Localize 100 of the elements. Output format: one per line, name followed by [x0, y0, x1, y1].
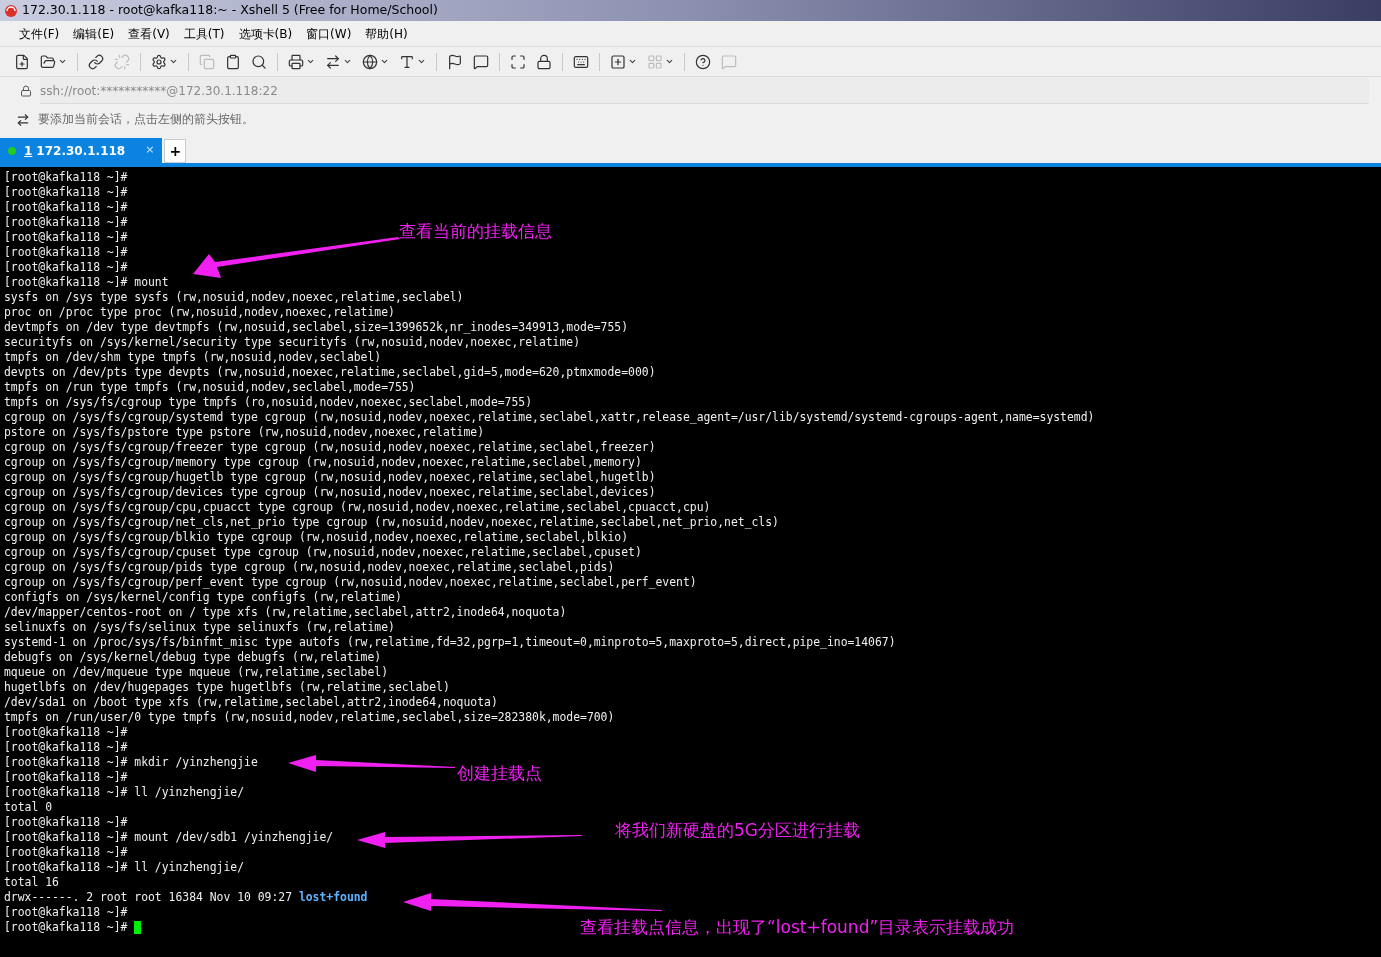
font-icon [399, 53, 415, 70]
terminal-line: [root@kafka118 ~]# [4, 770, 128, 785]
flag-icon [447, 53, 463, 70]
terminal-line: systemd-1 on /proc/sys/fs/binfmt_misc type autofs (rw,relatime,fd=32,pgrp=1,timeout=0,minproto=5,maxproto=5,direct,pipe_ino=14067) [4, 635, 896, 650]
tab-label: 172.30.1.118 [36, 142, 126, 160]
help-icon [695, 53, 711, 70]
toolbar-button[interactable] [86, 53, 106, 70]
arrow-icon[interactable] [16, 113, 30, 127]
terminal-line: drwx------. 2 root root 16384 Nov 10 09:27 [4, 890, 294, 905]
terminal-line: [root@kafka118 ~]# [4, 200, 128, 215]
terminal-line: cgroup on /sys/fs/cgroup/perf_event type cgroup (rw,nosuid,nodev,noexec,relatime,seclabel,perf_event) [4, 575, 697, 590]
session-tab[interactable]: 1 172.30.1.118 × [0, 138, 163, 163]
search-icon [251, 53, 267, 70]
caret-icon [417, 57, 426, 66]
terminal-line: [root@kafka118 ~]# [4, 905, 128, 920]
arrow-icon [288, 755, 456, 773]
menu-item[interactable]: 选项卡(B) [231, 24, 300, 43]
printer-icon [288, 53, 304, 70]
terminal-line: tmpfs on /run/user/0 type tmpfs (rw,nosuid,nodev,relatime,seclabel,size=282380k,mode=700) [4, 710, 615, 725]
caret-icon [343, 57, 352, 66]
terminal-line: debugfs on /sys/kernel/debug type debugfs (rw,relatime) [4, 650, 382, 665]
terminal-line: tmpfs on /run type tmpfs (rw,nosuid,nodev,seclabel,mode=755) [4, 380, 416, 395]
terminal-line: pstore on /sys/fs/pstore type pstore (rw,nosuid,nodev,noexec,relatime) [4, 425, 485, 440]
toolbar-button[interactable] [693, 53, 713, 70]
keyboard-icon [573, 53, 589, 70]
terminal-line: /dev/mapper/centos-root on / type xfs (rw,relatime,seclabel,attr2,inode64,noquota) [4, 605, 567, 620]
menu-item[interactable]: 工具(T) [176, 24, 232, 43]
menu-item[interactable]: 文件(F) [12, 24, 67, 43]
terminal-line: cgroup on /sys/fs/cgroup/net_cls,net_prio type cgroup (rw,nosuid,nodev,noexec,relatime,seclabel,net_prio,net_cls) [4, 515, 779, 530]
lock-icon [536, 53, 552, 70]
terminal-line: [root@kafka118 ~]# [4, 245, 128, 260]
settings-icon [151, 53, 167, 70]
terminal-line: cgroup on /sys/fs/cgroup/blkio type cgroup (rw,nosuid,nodev,noexec,relatime,seclabel,blkio) [4, 530, 629, 545]
terminal-line: [root@kafka118 ~]# [4, 230, 128, 245]
terminal-line: [root@kafka118 ~]# mkdir /yinzhengjie [4, 755, 258, 770]
caret-icon [169, 57, 178, 66]
connect-icon [88, 53, 104, 70]
terminal-line: cgroup on /sys/fs/cgroup/cpu,cpuacct type cgroup (rw,nosuid,nodev,noexec,relatime,seclabel,cpuacct,cpu) [4, 500, 711, 515]
annotation-text: 查看挂载点信息，出现了“lost+found”目录表示挂载成功 [580, 917, 1015, 937]
menu-item[interactable]: 查看(V) [121, 24, 177, 43]
folder-icon [40, 53, 56, 70]
terminal-line: [root@kafka118 ~]# [4, 725, 128, 740]
comment-icon [721, 53, 737, 70]
terminal-line: devpts on /dev/pts type devpts (rw,nosuid,noexec,relatime,seclabel,gid=5,mode=620,ptmxmode=000) [4, 365, 656, 380]
window-title: 172.30.1.118 - root@kafka118:~ - Xshell 5 (Free for Home/School) [22, 1, 438, 20]
chat-icon [473, 53, 489, 70]
terminal-line: cgroup on /sys/fs/cgroup/devices type cgroup (rw,nosuid,nodev,noexec,relatime,seclabel,devices) [4, 485, 656, 500]
terminal-line: cgroup on /sys/fs/cgroup/pids type cgroup (rw,nosuid,nodev,noexec,relatime,seclabel,pids) [4, 560, 615, 575]
terminal-line: cgroup on /sys/fs/cgroup/freezer type cgroup (rw,nosuid,nodev,noexec,relatime,seclabel,freezer) [4, 440, 656, 455]
shell-logo-icon [4, 3, 18, 18]
terminal-line: tmpfs on /sys/fs/cgroup type tmpfs (ro,nosuid,nodev,noexec,seclabel,mode=755) [4, 395, 533, 410]
toolbar-button[interactable] [534, 53, 554, 70]
terminal-line: [root@kafka118 ~]# mount [4, 275, 169, 290]
tab-index: 1 [24, 142, 33, 160]
copy-icon [199, 53, 215, 70]
add-tab-icon [610, 53, 626, 70]
terminal-line: proc on /proc type proc (rw,nosuid,nodev,noexec,relatime) [4, 305, 395, 320]
terminal-line: [root@kafka118 ~]# [4, 815, 128, 830]
new-tab-button[interactable]: + [164, 139, 187, 163]
terminal-line: total 0 [4, 800, 52, 815]
terminal-line: cgroup on /sys/fs/cgroup/systemd type cgroup (rw,nosuid,nodev,noexec,relatime,seclabel,xattr,release_agent=/usr/lib/systemd/systemd-cgroups-agent,name=systemd) [4, 410, 1095, 425]
layout-icon [647, 53, 663, 70]
paste-icon [225, 53, 241, 70]
terminal-line: [root@kafka118 ~]# [4, 920, 129, 935]
terminal-line: cgroup on /sys/fs/cgroup/memory type cgroup (rw,nosuid,nodev,noexec,relatime,seclabel,memory) [4, 455, 642, 470]
menu-item[interactable]: 窗口(W) [299, 24, 359, 43]
terminal-line: mqueue on /dev/mqueue type mqueue (rw,relatime,seclabel) [4, 665, 389, 680]
terminal-line: hugetlbfs on /dev/hugepages type hugetlbfs (rw,relatime,seclabel) [4, 680, 450, 695]
caret-icon [628, 57, 637, 66]
menu-item[interactable]: 编辑(E) [66, 24, 122, 43]
fullscreen-icon [510, 53, 526, 70]
terminal-line: tmpfs on /dev/shm type tmpfs (rw,nosuid,nodev,seclabel) [4, 350, 382, 365]
arrow-icon [357, 830, 583, 848]
caret-icon [380, 57, 389, 66]
caret-icon [665, 57, 674, 66]
new-session-icon [14, 53, 30, 70]
annotation-text: 查看当前的挂载信息 [399, 221, 552, 241]
terminal-line: [root@kafka118 ~]# ll /yinzhengjie/ [4, 860, 245, 875]
toolbar-button[interactable] [471, 53, 491, 70]
arrow-icon [193, 236, 400, 280]
terminal-line: /dev/sda1 on /boot type xfs (rw,relatime,seclabel,attr2,inode64,noquota) [4, 695, 498, 710]
toolbar-button[interactable] [571, 53, 591, 70]
info-text: 要添加当前会话，点击左侧的箭头按钮。 [38, 111, 254, 129]
terminal-line: cgroup on /sys/fs/cgroup/hugetlb type cgroup (rw,nosuid,nodev,noexec,relatime,seclabel,hugetlb) [4, 470, 656, 485]
terminal-line: [root@kafka118 ~]# [4, 740, 128, 755]
lock-icon [20, 85, 32, 97]
caret-icon [306, 57, 315, 66]
terminal-line: [root@kafka118 ~]# [4, 260, 128, 275]
globe-icon [362, 53, 378, 70]
terminal-line: sysfs on /sys type sysfs (rw,nosuid,nodev,noexec,relatime,seclabel) [4, 290, 464, 305]
terminal-line: cgroup on /sys/fs/cgroup/cpuset type cgroup (rw,nosuid,nodev,noexec,relatime,seclabel,cpuset) [4, 545, 642, 560]
menu-item[interactable]: 帮助(H) [358, 24, 415, 43]
terminal-line: [root@kafka118 ~]# [4, 185, 128, 200]
terminal-line: total 16 [4, 875, 59, 890]
terminal-line: configfs on /sys/kernel/config type configfs (rw,relatime) [4, 590, 402, 605]
terminal-line: [root@kafka118 ~]# ll /yinzhengjie/ [4, 785, 245, 800]
terminal-line: [root@kafka118 ~]# mount /dev/sdb1 /yinzhengjie/ [4, 830, 334, 845]
directory-name: lost+found [298, 890, 368, 905]
annotation-text: 创建挂载点 [457, 763, 542, 783]
disconnect-icon [114, 53, 130, 70]
